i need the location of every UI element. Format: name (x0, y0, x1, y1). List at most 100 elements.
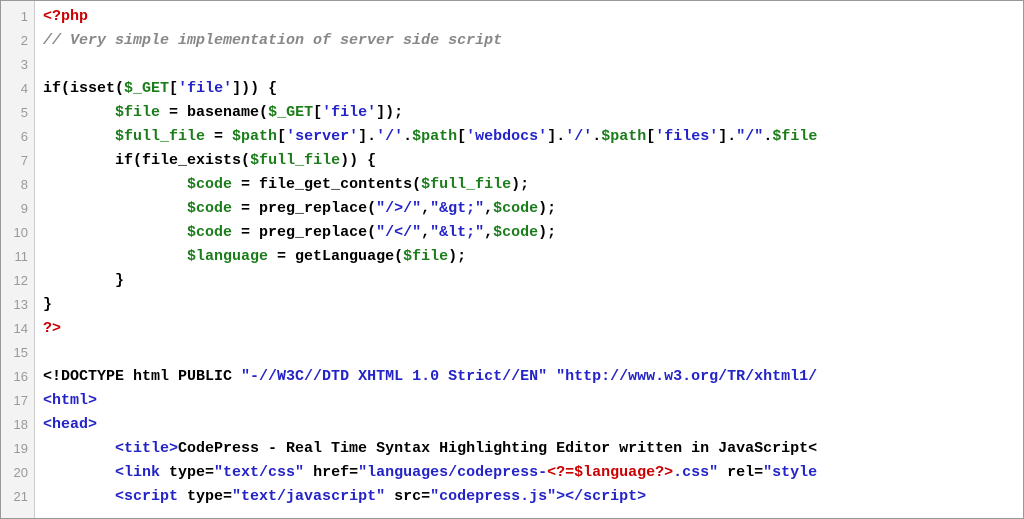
token: [ (646, 128, 655, 145)
code-editor[interactable]: 123456789101112131415161718192021 <?php/… (0, 0, 1024, 519)
token: "/" (736, 128, 763, 145)
token: <head> (43, 416, 97, 433)
line-number: 6 (1, 125, 34, 149)
line-number: 20 (1, 461, 34, 485)
code-line[interactable] (43, 53, 1023, 77)
token: ); (538, 224, 556, 241)
token: rel= (718, 464, 763, 481)
token: 'file' (322, 104, 376, 121)
token: = preg_replace( (232, 224, 376, 241)
token: type= (187, 488, 232, 505)
code-line[interactable]: <head> (43, 413, 1023, 437)
token: .css" (673, 464, 718, 481)
line-number: 3 (1, 53, 34, 77)
line-number: 18 (1, 413, 34, 437)
line-number: 11 (1, 245, 34, 269)
token: $_GET (268, 104, 313, 121)
token: . (403, 128, 412, 145)
line-number: 17 (1, 389, 34, 413)
token: "&gt;" (430, 200, 484, 217)
line-number: 5 (1, 101, 34, 125)
token: $code (493, 224, 538, 241)
code-line[interactable]: ?> (43, 317, 1023, 341)
token: [ (313, 104, 322, 121)
code-line[interactable]: <link type="text/css" href="languages/co… (43, 461, 1023, 485)
token: = (205, 128, 232, 145)
token: "/>/" (376, 200, 421, 217)
code-line[interactable] (43, 341, 1023, 365)
line-number: 10 (1, 221, 34, 245)
token: $full_file (115, 128, 205, 145)
code-line[interactable]: } (43, 293, 1023, 317)
token: $path (232, 128, 277, 145)
token: } (115, 272, 124, 289)
token: "codepress.js" (430, 488, 556, 505)
token: $code (187, 176, 232, 193)
code-line[interactable]: <title>CodePress - Real Time Syntax High… (43, 437, 1023, 461)
token: href= (304, 464, 358, 481)
token: [ (457, 128, 466, 145)
token: "&lt;" (430, 224, 484, 241)
token: </script> (565, 488, 646, 505)
token: <html> (43, 392, 97, 409)
token: $file (115, 104, 160, 121)
code-line[interactable]: if(file_exists($full_file)) { (43, 149, 1023, 173)
line-number-gutter: 123456789101112131415161718192021 (1, 1, 35, 518)
code-line[interactable]: $code = preg_replace("/>/","&gt;",$code)… (43, 197, 1023, 221)
token: = basename( (160, 104, 268, 121)
token: [ (169, 80, 178, 97)
line-number: 14 (1, 317, 34, 341)
token: <?php (43, 8, 88, 25)
token: '/' (376, 128, 403, 145)
line-number: 7 (1, 149, 34, 173)
token: $code (187, 224, 232, 241)
token: <script (115, 488, 187, 505)
token: <!DOCTYPE html PUBLIC (43, 368, 241, 385)
token: $full_file (421, 176, 511, 193)
token: $full_file (250, 152, 340, 169)
code-line[interactable]: $file = basename($_GET['file']); (43, 101, 1023, 125)
token: if (43, 80, 61, 97)
code-line[interactable]: <?php (43, 5, 1023, 29)
code-line[interactable]: $code = file_get_contents($full_file); (43, 173, 1023, 197)
token: <title> (115, 440, 178, 457)
token: $file (772, 128, 817, 145)
token: CodePress - Real Time Syntax Highlightin… (178, 440, 817, 457)
token: "style (763, 464, 817, 481)
line-number: 4 (1, 77, 34, 101)
line-number: 9 (1, 197, 34, 221)
line-number: 15 (1, 341, 34, 365)
code-line[interactable]: if(isset($_GET['file'])) { (43, 77, 1023, 101)
token: ); (511, 176, 529, 193)
code-line[interactable]: } (43, 269, 1023, 293)
token: )) { (340, 152, 376, 169)
code-line[interactable]: <!DOCTYPE html PUBLIC "-//W3C//DTD XHTML… (43, 365, 1023, 389)
token: , (484, 200, 493, 217)
line-number: 21 (1, 485, 34, 509)
line-number: 16 (1, 365, 34, 389)
token: ); (538, 200, 556, 217)
token: // Very simple implementation of server … (43, 32, 502, 49)
token: , (421, 200, 430, 217)
token: [ (277, 128, 286, 145)
token: ])) { (232, 80, 277, 97)
token: if (115, 152, 133, 169)
token: $path (601, 128, 646, 145)
code-line[interactable]: // Very simple implementation of server … (43, 29, 1023, 53)
token: ]. (358, 128, 376, 145)
token: "-//W3C//DTD XHTML 1.0 Strict//EN" "http… (241, 368, 817, 385)
line-number: 12 (1, 269, 34, 293)
token: <link (115, 464, 169, 481)
token: "text/javascript" (232, 488, 385, 505)
code-area[interactable]: <?php // Very simple implementation of se… (35, 1, 1023, 518)
code-line[interactable]: $language = getLanguage($file); (43, 245, 1023, 269)
code-line[interactable]: <script type="text/javascript" src="code… (43, 485, 1023, 509)
token: } (43, 296, 52, 313)
code-line[interactable]: $code = preg_replace("/</","&lt;",$code)… (43, 221, 1023, 245)
token: ); (448, 248, 466, 265)
code-line[interactable]: <html> (43, 389, 1023, 413)
token: (isset( (61, 80, 124, 97)
code-line[interactable]: $full_file = $path['server'].'/'.$path['… (43, 125, 1023, 149)
token: > (556, 488, 565, 505)
token: , (421, 224, 430, 241)
